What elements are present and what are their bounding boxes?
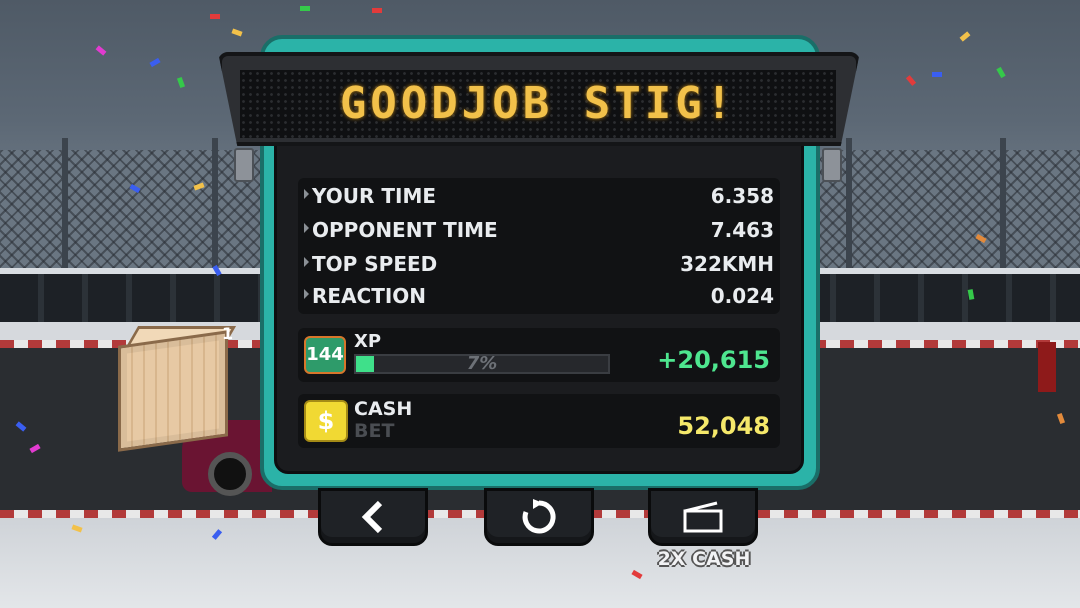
fence-post [212, 138, 218, 270]
car-wheel [208, 452, 252, 496]
xp-label: XP [354, 331, 382, 352]
bullet-arrow-icon [304, 189, 309, 199]
cash-value: 52,048 [677, 412, 770, 440]
confetti [210, 14, 220, 19]
back-button[interactable] [318, 488, 428, 546]
stat-value: 322KMH [680, 252, 774, 276]
stat-value: 0.024 [710, 284, 774, 308]
video-ad-icon [683, 501, 723, 533]
xp-gain: +20,615 [657, 346, 770, 374]
stat-row-opponent-time: OPPONENT TIME 7.463 [304, 218, 774, 248]
stat-row-top-speed: TOP SPEED 322KMH [304, 252, 774, 282]
stat-label: YOUR TIME [312, 184, 437, 208]
fence-post [1000, 138, 1006, 270]
double-cash-video-button[interactable] [648, 488, 758, 546]
crate-count: 1 [222, 324, 234, 343]
banner-text: GOODJOB STIG! [339, 78, 737, 129]
bullet-arrow-icon [304, 257, 309, 267]
stat-label: REACTION [312, 284, 427, 308]
stat-value: 7.463 [710, 218, 774, 242]
fence-post [846, 138, 852, 270]
chevron-left-icon [361, 500, 383, 534]
stat-label: TOP SPEED [312, 252, 438, 276]
banner-bracket-icon [234, 148, 254, 182]
stat-row-reaction: REACTION 0.024 [304, 284, 774, 314]
restart-button[interactable] [484, 488, 594, 546]
banner-bracket-icon [822, 148, 842, 182]
double-cash-caption: 2X CASH [657, 548, 751, 570]
xp-progress-text: 7% [466, 353, 498, 374]
bet-label: BET [354, 420, 395, 442]
cash-icon: $ [304, 400, 348, 442]
fence-post [62, 138, 68, 270]
stat-row-your-time: YOUR TIME 6.358 [304, 184, 774, 214]
confetti [932, 72, 942, 77]
level-badge: 144 [304, 336, 346, 374]
cash-label: CASH [354, 398, 413, 420]
stat-label: OPPONENT TIME [312, 218, 498, 242]
start-light-icon [1038, 342, 1056, 392]
confetti [372, 8, 382, 13]
bullet-arrow-icon [304, 223, 309, 233]
confetti [300, 6, 310, 11]
bullet-arrow-icon [304, 289, 309, 299]
reward-crate[interactable] [118, 330, 228, 452]
restart-icon [522, 499, 556, 534]
stat-value: 6.358 [710, 184, 774, 208]
